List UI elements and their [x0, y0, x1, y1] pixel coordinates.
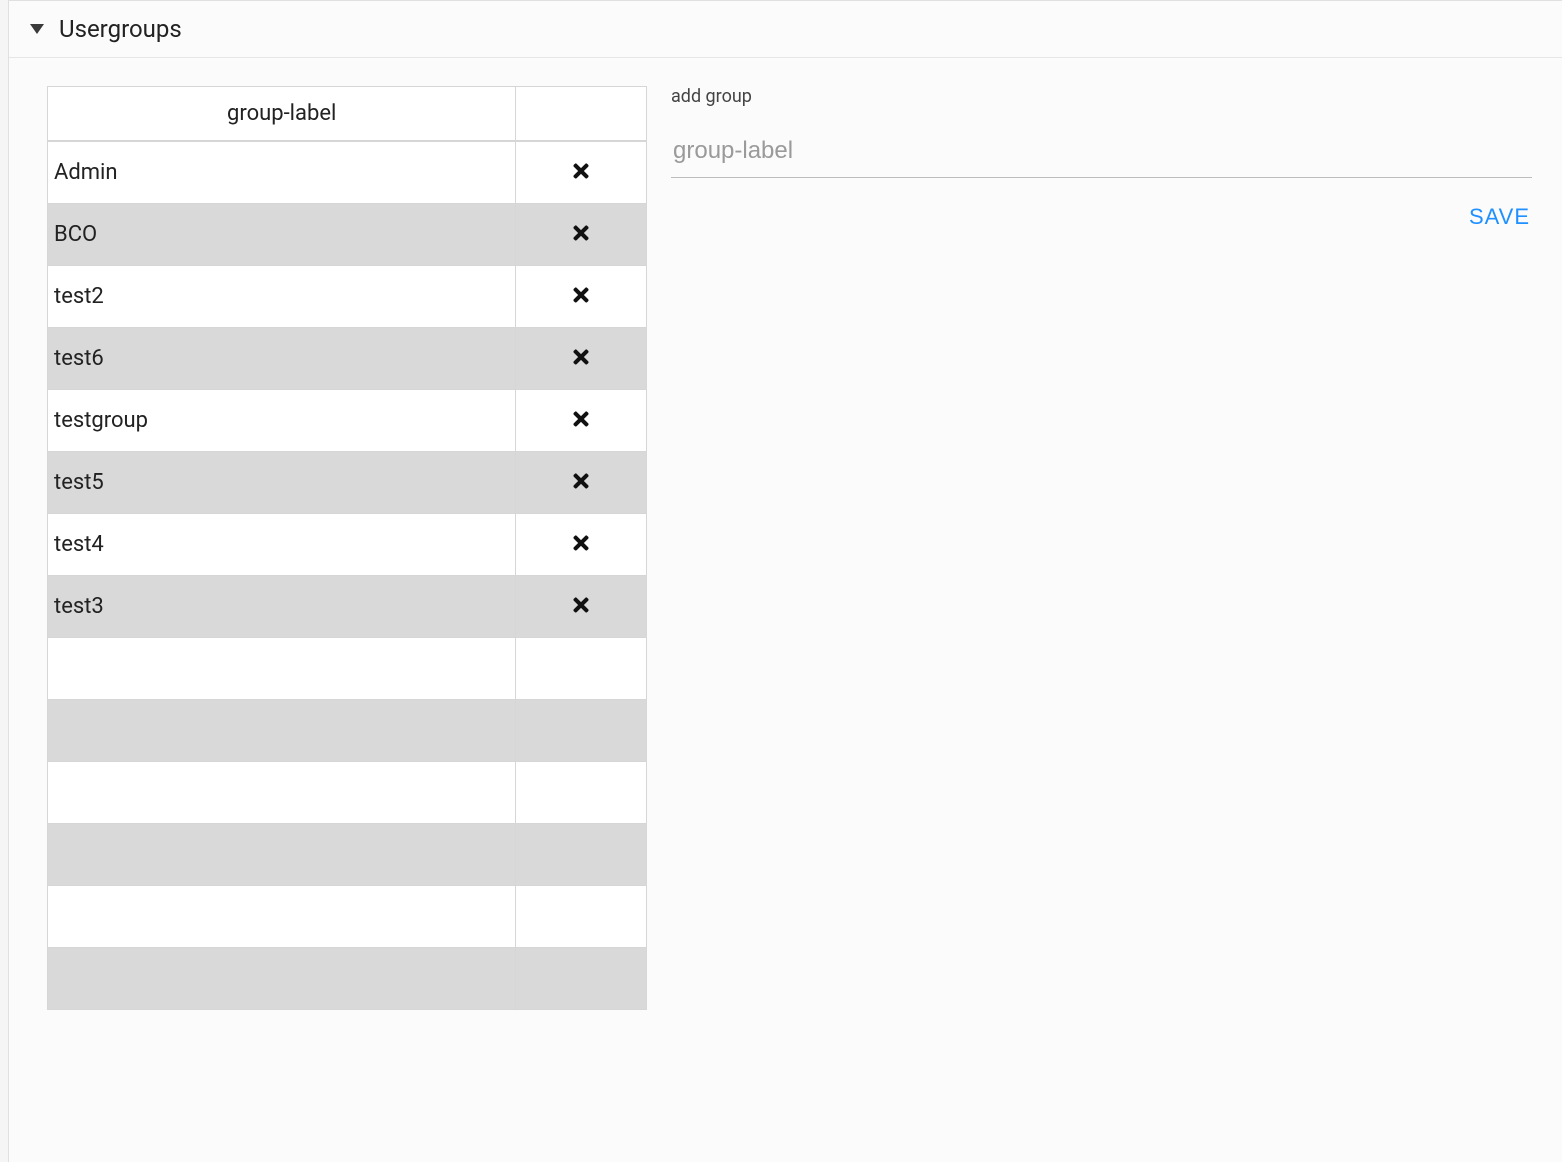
group-action-cell [516, 823, 646, 885]
table-row [48, 823, 646, 885]
close-icon [570, 160, 592, 185]
group-name-cell [48, 823, 516, 885]
delete-group-button[interactable] [564, 526, 598, 563]
group-name-cell: test6 [48, 327, 516, 389]
add-group-label: add group [671, 86, 1532, 107]
delete-group-button[interactable] [564, 402, 598, 439]
group-name-cell: BCO [48, 203, 516, 265]
groups-table: group-label AdminBCOtest2test6testgroupt… [47, 86, 647, 1010]
column-header-label: group-label [48, 87, 516, 141]
group-action-cell [516, 513, 646, 575]
add-group-form: add group SAVE [671, 86, 1532, 234]
group-action-cell [516, 265, 646, 327]
table-row: test2 [48, 265, 646, 327]
table-row: testgroup [48, 389, 646, 451]
group-action-cell [516, 637, 646, 699]
close-icon [570, 346, 592, 371]
table-row: Admin [48, 141, 646, 203]
group-name-cell: test5 [48, 451, 516, 513]
table-row [48, 637, 646, 699]
table-row [48, 699, 646, 761]
delete-group-button[interactable] [564, 340, 598, 377]
table-row [48, 885, 646, 947]
panel-body: group-label AdminBCOtest2test6testgroupt… [9, 58, 1562, 1020]
table-row: test5 [48, 451, 646, 513]
group-name-cell [48, 699, 516, 761]
delete-group-button[interactable] [564, 216, 598, 253]
usergroups-panel: Usergroups group-label AdminBCOtest2test… [8, 0, 1562, 1162]
save-button[interactable]: SAVE [1467, 200, 1532, 234]
table-row: test4 [48, 513, 646, 575]
group-name-cell: test2 [48, 265, 516, 327]
group-action-cell [516, 575, 646, 637]
table-row [48, 947, 646, 1009]
group-action-cell [516, 141, 646, 203]
column-header-action [516, 87, 646, 141]
group-name-cell: testgroup [48, 389, 516, 451]
close-icon [570, 408, 592, 433]
panel-header[interactable]: Usergroups [9, 1, 1562, 58]
group-action-cell [516, 885, 646, 947]
close-icon [570, 222, 592, 247]
group-action-cell [516, 947, 646, 1009]
group-action-cell [516, 327, 646, 389]
triangle-down-icon [29, 21, 45, 37]
table-row [48, 761, 646, 823]
delete-group-button[interactable] [564, 588, 598, 625]
close-icon [570, 470, 592, 495]
table-row: BCO [48, 203, 646, 265]
group-action-cell [516, 761, 646, 823]
group-name-cell: test3 [48, 575, 516, 637]
close-icon [570, 594, 592, 619]
table-row: test3 [48, 575, 646, 637]
delete-group-button[interactable] [564, 464, 598, 501]
group-name-cell [48, 637, 516, 699]
close-icon [570, 284, 592, 309]
form-actions: SAVE [671, 200, 1532, 234]
groups-table-wrap: group-label AdminBCOtest2test6testgroupt… [47, 86, 647, 1010]
group-name-cell [48, 947, 516, 1009]
group-name-cell: Admin [48, 141, 516, 203]
delete-group-button[interactable] [564, 154, 598, 191]
panel-title: Usergroups [59, 15, 182, 43]
group-name-cell [48, 885, 516, 947]
group-action-cell [516, 389, 646, 451]
delete-group-button[interactable] [564, 278, 598, 315]
group-name-cell: test4 [48, 513, 516, 575]
table-row: test6 [48, 327, 646, 389]
group-action-cell [516, 203, 646, 265]
group-label-input[interactable] [671, 127, 1532, 178]
group-name-cell [48, 761, 516, 823]
close-icon [570, 532, 592, 557]
group-action-cell [516, 699, 646, 761]
group-action-cell [516, 451, 646, 513]
